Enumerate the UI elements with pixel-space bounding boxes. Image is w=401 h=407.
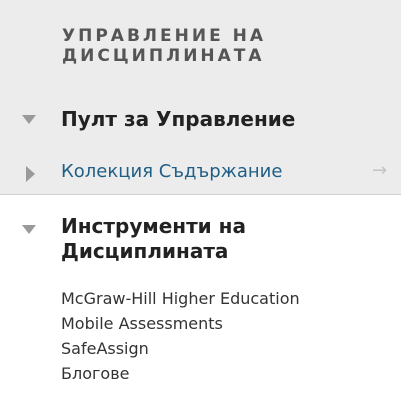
arrow-right-icon: → xyxy=(372,160,388,181)
control-panel-label[interactable]: Пулт за Управление xyxy=(61,107,295,131)
course-tools-heading[interactable]: Инструменти на Дисциплината xyxy=(61,214,361,264)
section-title: УПРАВЛЕНИЕ НА ДИСЦИПЛИНАТА xyxy=(62,26,267,66)
tool-link-blogs[interactable]: Блогове xyxy=(61,361,300,386)
course-tools-list: McGraw-Hill Higher Education Mobile Asse… xyxy=(61,286,300,386)
tool-link-mobile-assessments[interactable]: Mobile Assessments xyxy=(61,311,300,336)
course-management-panel: УПРАВЛЕНИЕ НА ДИСЦИПЛИНАТА Пулт за Управ… xyxy=(0,0,401,407)
tool-link-safeassign[interactable]: SafeAssign xyxy=(61,336,300,361)
collapsed-triangle-icon[interactable] xyxy=(26,166,35,182)
content-collection-link[interactable]: Колекция Съдържание xyxy=(61,161,282,182)
section-divider xyxy=(0,194,401,195)
tool-link-mcgraw-hill[interactable]: McGraw-Hill Higher Education xyxy=(61,286,300,311)
content-collection-row[interactable]: Колекция Съдържание → xyxy=(0,159,401,189)
expanded-triangle-icon[interactable] xyxy=(22,115,36,124)
control-panel-row[interactable]: Пулт за Управление xyxy=(0,104,401,134)
expanded-triangle-icon[interactable] xyxy=(22,225,36,234)
